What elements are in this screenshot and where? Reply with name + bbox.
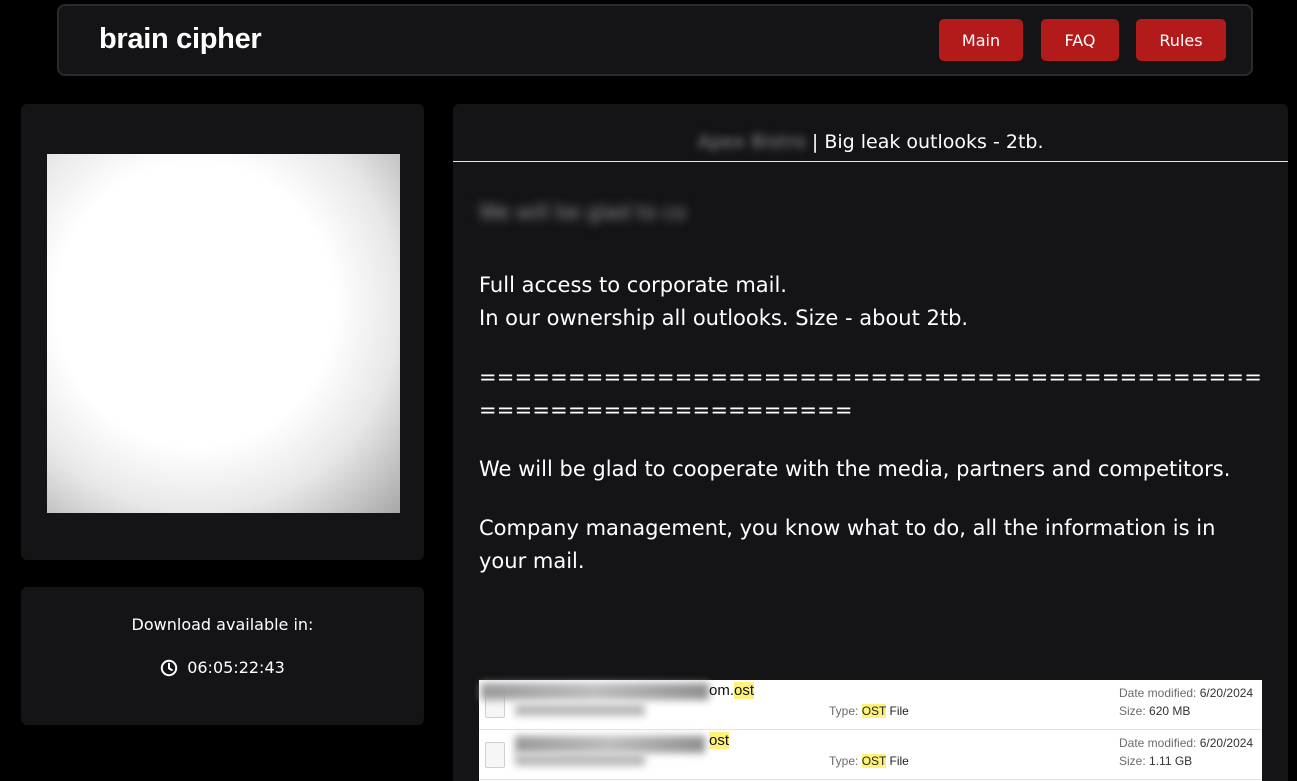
company-logo-card [21, 104, 424, 560]
file-size: Size: 620 MB [1119, 704, 1191, 718]
countdown-value: 06:05:22:43 [187, 658, 285, 677]
post-paragraph-cooperate: We will be glad to cooperate with the me… [479, 457, 1231, 481]
post-line-ownership: In our ownership all outlooks. Size - ab… [479, 306, 969, 330]
file-name-blurred [481, 683, 709, 700]
post-paragraph-access: Full access to corporate mail. In our ow… [479, 269, 1264, 335]
download-timer-card: Download available in: 06:05:22:43 [21, 587, 424, 725]
file-icon [485, 742, 505, 768]
nav-rules-button[interactable]: Rules [1136, 19, 1226, 61]
post-title: Big leak outlooks - 2tb. [812, 131, 1043, 153]
file-name: om.ost [709, 682, 755, 699]
post-line-access: Full access to corporate mail. [479, 273, 787, 297]
separator-line: ========================================… [479, 365, 1263, 422]
nav-main-button[interactable]: Main [939, 19, 1023, 61]
file-type: Type: OST File [829, 704, 909, 718]
file-date: Date modified: 6/20/2024 [1119, 686, 1254, 700]
clock-icon [160, 659, 178, 677]
file-path-blurred [515, 754, 645, 766]
countdown-timer: 06:05:22:43 [21, 658, 424, 677]
nav-faq-button[interactable]: FAQ [1041, 19, 1119, 61]
post-header: Apex Bistro Big leak outlooks - 2tb. [453, 104, 1288, 162]
leak-post-card: Apex Bistro Big leak outlooks - 2tb. We … [453, 104, 1288, 781]
file-path-blurred [515, 704, 645, 716]
file-type: Type: OST File [829, 754, 909, 768]
file-row: om.ost Type: OST File Date modified: 6/2… [479, 680, 1262, 730]
file-size: Size: 1.11 GB [1119, 754, 1193, 768]
company-logo-image [47, 154, 400, 513]
download-label: Download available in: [131, 615, 314, 634]
post-body: Full access to corporate mail. In our ow… [479, 269, 1264, 578]
top-navbar: brain cipher Main FAQ Rules [57, 4, 1253, 76]
file-name-blurred [515, 736, 705, 753]
company-name-blurred: Apex Bistro [697, 130, 806, 153]
file-name: ost [709, 732, 730, 749]
intro-blurred: We will be glad to co [479, 200, 687, 224]
file-row: ost Type: OST File Date modified: 6/20/2… [479, 730, 1262, 780]
file-date: Date modified: 6/20/2024 [1119, 736, 1254, 750]
leaked-file-screenshot: om.ost Type: OST File Date modified: 6/2… [479, 680, 1262, 781]
post-paragraph-management: Company management, you know what to do,… [479, 516, 1216, 573]
site-brand[interactable]: brain cipher [99, 23, 262, 56]
